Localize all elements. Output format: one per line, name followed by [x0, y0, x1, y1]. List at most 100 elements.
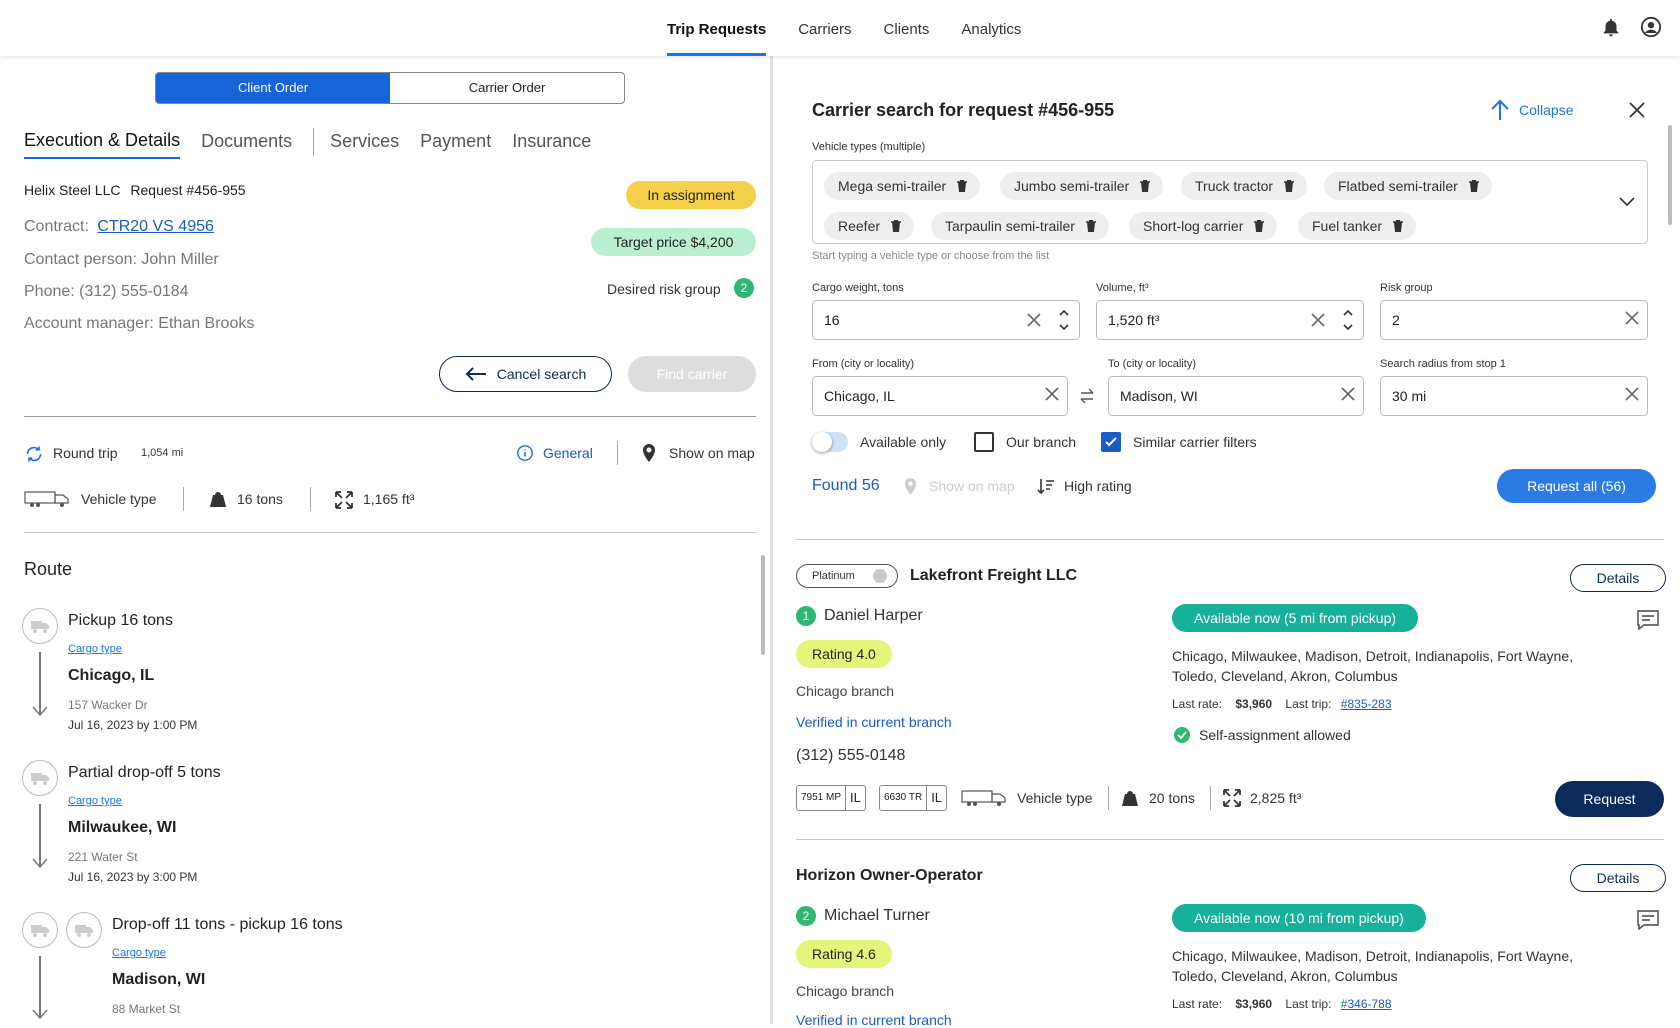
tab-documents[interactable]: Documents — [201, 131, 292, 158]
chip-label: Mega semi-trailer — [838, 178, 947, 194]
show-on-map-disabled[interactable]: Show on map — [929, 478, 1015, 494]
similar-filters-label: Similar carrier filters — [1133, 434, 1257, 450]
trash-icon[interactable] — [1392, 219, 1404, 233]
verified-link[interactable]: Verified in current branch — [796, 714, 952, 730]
trash-icon[interactable] — [956, 179, 968, 193]
to-input[interactable]: Madison, WI — [1108, 376, 1364, 416]
clear-icon[interactable] — [1625, 311, 1639, 325]
nav-trip-requests[interactable]: Trip Requests — [667, 0, 767, 56]
cargo-type-link[interactable]: Cargo type — [68, 795, 122, 807]
cancel-search-button[interactable]: Cancel search — [439, 356, 612, 392]
sort-icon[interactable] — [1037, 477, 1055, 495]
carrier-name[interactable]: Lakefront Freight LLC — [910, 567, 1077, 585]
trash-icon[interactable] — [1283, 179, 1295, 193]
tab-insurance[interactable]: Insurance — [512, 131, 591, 158]
clear-icon[interactable] — [1045, 387, 1059, 401]
find-carrier-button[interactable]: Find carrier — [628, 356, 756, 392]
last-trip-link[interactable]: #835-283 — [1341, 697, 1392, 711]
vehicle-type-chip[interactable]: Mega semi-trailer — [824, 172, 981, 200]
capacity-volume: 2,825 ft³ — [1250, 790, 1302, 806]
tab-execution-details[interactable]: Execution & Details — [24, 130, 181, 159]
service-cities: Chicago, Milwaukee, Madison, Detroit, In… — [1172, 948, 1573, 984]
from-input[interactable]: Chicago, IL — [812, 376, 1068, 416]
clear-icon[interactable] — [1311, 313, 1325, 327]
client-order-tab[interactable]: Client Order — [156, 73, 390, 103]
clear-icon[interactable] — [1341, 387, 1355, 401]
last-rate-value: $3,960 — [1235, 697, 1273, 711]
to-value: Madison, WI — [1120, 388, 1198, 404]
show-on-map-link[interactable]: Show on map — [669, 445, 755, 461]
close-icon[interactable] — [1629, 102, 1645, 118]
left-scrollbar[interactable] — [761, 555, 765, 655]
arrow-down-icon — [32, 857, 48, 869]
bell-icon[interactable] — [1600, 16, 1622, 38]
vehicle-type-chip[interactable]: Tarpaulin semi-trailer — [931, 212, 1109, 240]
similar-filters-checkbox[interactable] — [1101, 432, 1121, 452]
vehicle-type-label: Vehicle type — [1017, 790, 1093, 806]
tab-payment[interactable]: Payment — [420, 131, 491, 158]
carrier-order-tab[interactable]: Carrier Order — [390, 73, 624, 103]
radius-input[interactable]: 30 mi — [1380, 376, 1648, 416]
right-scrollbar[interactable] — [1668, 125, 1672, 225]
request-button[interactable]: Request — [1555, 781, 1664, 817]
last-trip-label: Last trip: — [1285, 697, 1332, 711]
contract-label: Contract: — [24, 218, 89, 235]
trip-distance: 1,054 mi — [141, 447, 184, 459]
cargo-type-link[interactable]: Cargo type — [112, 947, 166, 959]
general-link[interactable]: General — [543, 445, 593, 461]
vehicle-type-chip[interactable]: Fuel tanker — [1298, 212, 1417, 240]
last-trip-link[interactable]: #346-788 — [1341, 997, 1392, 1011]
carrier-name[interactable]: Horizon Owner-Operator — [796, 867, 983, 885]
vehicle-type-chip[interactable]: Flatbed semi-trailer — [1324, 172, 1492, 200]
nav-analytics[interactable]: Analytics — [961, 0, 1021, 56]
cargo-weight-input[interactable]: 16 — [812, 300, 1080, 340]
vehicle-type-chip[interactable]: Reefer — [824, 212, 915, 240]
tab-services[interactable]: Services — [330, 131, 399, 158]
map-pin-icon — [904, 478, 917, 495]
info-icon — [516, 444, 534, 462]
license-plate: 7951 MP IL — [796, 785, 866, 811]
contract-link[interactable]: CTR20 VS 4956 — [97, 218, 214, 235]
available-only-toggle[interactable] — [812, 432, 848, 452]
verified-link[interactable]: Verified in current branch — [796, 1012, 952, 1028]
trash-icon[interactable] — [1253, 219, 1265, 233]
chevron-down-icon[interactable] — [1619, 197, 1635, 207]
request-all-button[interactable]: Request all (56) — [1497, 469, 1656, 503]
vehicle-type-chip[interactable]: Truck tractor — [1181, 172, 1308, 200]
swap-icon[interactable] — [1079, 388, 1095, 404]
details-button[interactable]: Details — [1570, 564, 1666, 592]
plate-number: 7951 MP — [801, 792, 842, 803]
section-divider — [24, 532, 756, 533]
trash-icon[interactable] — [890, 219, 902, 233]
stop-address: 221 Water St — [68, 850, 138, 864]
chip-label: Short-log carrier — [1143, 218, 1244, 234]
client-header: Helix Steel LLC Request #456-955 — [24, 182, 246, 198]
carrier-phone: (312) 555-0148 — [796, 747, 906, 764]
trash-icon[interactable] — [1139, 179, 1151, 193]
nav-carriers[interactable]: Carriers — [798, 0, 851, 56]
vehicle-type-chip[interactable]: Short-log carrier — [1129, 212, 1278, 240]
clear-icon[interactable] — [1027, 313, 1041, 327]
details-button[interactable]: Details — [1570, 864, 1666, 892]
results-divider — [796, 839, 1664, 840]
stepper-icon[interactable] — [1343, 307, 1353, 333]
arrow-up-icon[interactable] — [1490, 99, 1510, 121]
collapse-button[interactable]: Collapse — [1519, 102, 1573, 118]
trash-icon[interactable] — [1085, 219, 1097, 233]
main-nav: Trip Requests Carriers Clients Analytics — [667, 0, 1053, 56]
clear-icon[interactable] — [1625, 387, 1639, 401]
vehicle-type-chip[interactable]: Jumbo semi-trailer — [1000, 172, 1164, 200]
trash-icon[interactable] — [1468, 179, 1480, 193]
chat-icon[interactable] — [1637, 910, 1659, 930]
nav-clients[interactable]: Clients — [884, 0, 930, 56]
stepper-icon[interactable] — [1059, 307, 1069, 333]
tab-separator — [313, 127, 315, 156]
our-branch-checkbox[interactable] — [974, 432, 994, 452]
risk-group-input[interactable]: 2 — [1380, 300, 1648, 340]
chat-icon[interactable] — [1637, 610, 1659, 630]
volume-input[interactable]: 1,520 ft³ — [1096, 300, 1364, 340]
account-icon[interactable] — [1640, 16, 1662, 38]
cargo-type-link[interactable]: Cargo type — [68, 643, 122, 655]
top-nav-bar: Trip Requests Carriers Clients Analytics — [0, 0, 1680, 56]
sort-label[interactable]: High rating — [1064, 478, 1132, 494]
